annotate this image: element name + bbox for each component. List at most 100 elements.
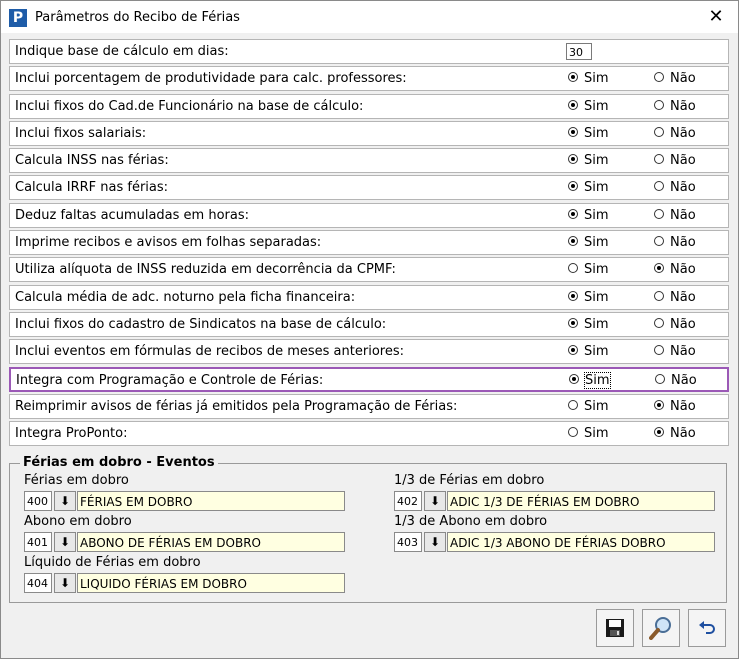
radio-label: Não	[670, 344, 696, 360]
radio-label: Não	[670, 125, 696, 141]
radio-nao[interactable]: Não	[655, 373, 697, 388]
radio-label: Não	[670, 316, 696, 332]
parameter-row: Integra ProPonto: Sim Não	[9, 421, 729, 447]
close-button[interactable]: ✕	[701, 3, 731, 31]
days-label: Indique base de cálculo em dias:	[15, 44, 229, 59]
radio-nao[interactable]: Não	[654, 426, 696, 441]
lookup-arrow-icon[interactable]: ⬇	[424, 532, 446, 552]
radio-nao[interactable]: Não	[654, 317, 696, 332]
radio-nao[interactable]: Não	[654, 399, 696, 414]
window-title: Parâmetros do Recibo de Férias	[35, 10, 240, 25]
event-code-input[interactable]: 401	[24, 532, 52, 552]
radio-nao[interactable]: Não	[654, 235, 696, 250]
magnifier-icon	[649, 617, 671, 640]
dialog-window: P Parâmetros do Recibo de Férias ✕ Indiq…	[0, 0, 739, 659]
radio-nao[interactable]: Não	[654, 99, 696, 114]
event-code-input[interactable]: 402	[394, 491, 422, 511]
radio-label: Não	[670, 426, 696, 442]
radio-sim[interactable]: Sim	[568, 262, 609, 277]
radio-nao[interactable]: Não	[654, 290, 696, 305]
radio-sim[interactable]: Sim	[568, 235, 609, 250]
field-terco-ferias-dobro: 1/3 de Férias em dobro 402 ⬇ ADIC 1/3 DE…	[394, 473, 724, 513]
parameter-row: Reimprimir avisos de férias já emitidos …	[9, 393, 729, 419]
field-label: Férias em dobro	[24, 473, 129, 488]
parameter-label: Integra com Programação e Controle de Fé…	[16, 372, 324, 388]
event-description: ADIC 1/3 DE FÉRIAS EM DOBRO	[447, 491, 715, 511]
radio-sim[interactable]: Sim	[568, 208, 609, 223]
radio-nao[interactable]: Não	[654, 262, 696, 277]
parameter-row: Calcula IRRF nas férias: Sim Não	[9, 175, 729, 201]
radio-nao[interactable]: Não	[654, 126, 696, 141]
radio-nao[interactable]: Não	[654, 153, 696, 168]
event-code-input[interactable]: 404	[24, 573, 52, 593]
event-code-input[interactable]: 400	[24, 491, 52, 511]
events-group-title: Férias em dobro - Eventos	[20, 455, 218, 470]
radio-label: Não	[670, 398, 696, 414]
field-label: Abono em dobro	[24, 514, 132, 529]
lookup-arrow-icon[interactable]: ⬇	[424, 491, 446, 511]
radio-circle-icon	[568, 181, 578, 192]
radio-nao[interactable]: Não	[654, 180, 696, 195]
radio-circle-icon	[568, 345, 578, 356]
radio-label: Não	[670, 207, 696, 223]
radio-circle-icon	[654, 208, 664, 219]
radio-sim[interactable]: Sim	[568, 317, 609, 332]
radio-label: Sim	[584, 371, 611, 389]
lookup-arrow-icon[interactable]: ⬇	[54, 573, 76, 593]
radio-label: Sim	[584, 262, 609, 278]
undo-button[interactable]	[688, 609, 726, 647]
parameter-label: Calcula média de adc. noturno pela ficha…	[15, 289, 356, 305]
save-button[interactable]	[596, 609, 634, 647]
parameter-row: Inclui eventos em fórmulas de recibos de…	[9, 339, 729, 365]
parameter-label: Inclui fixos do cadastro de Sindicatos n…	[15, 316, 387, 332]
search-button[interactable]	[642, 609, 680, 647]
parameter-label: Reimprimir avisos de férias já emitidos …	[15, 398, 458, 414]
parameter-label: Calcula INSS nas férias:	[15, 153, 169, 169]
lookup-arrow-icon[interactable]: ⬇	[54, 532, 76, 552]
field-label: 1/3 de Abono em dobro	[394, 514, 548, 529]
radio-circle-icon	[654, 399, 664, 410]
radio-circle-icon	[568, 154, 578, 165]
radio-sim[interactable]: Sim	[568, 71, 609, 86]
days-input[interactable]: 30	[566, 43, 592, 60]
app-logo-icon: P	[9, 9, 27, 27]
radio-circle-icon	[654, 427, 664, 438]
undo-icon	[699, 621, 715, 634]
radio-sim[interactable]: Sim	[568, 290, 609, 305]
radio-label: Sim	[584, 316, 609, 332]
radio-nao[interactable]: Não	[654, 71, 696, 86]
radio-label: Não	[670, 289, 696, 305]
radio-circle-icon	[654, 290, 664, 301]
radio-sim[interactable]: Sim	[568, 126, 609, 141]
radio-circle-icon	[568, 290, 578, 301]
radio-sim[interactable]: Sim	[568, 180, 609, 195]
radio-sim[interactable]: Sim	[568, 99, 609, 114]
radio-circle-icon	[568, 236, 578, 247]
radio-circle-icon	[568, 126, 578, 137]
event-description: ADIC 1/3 ABONO DE FÉRIAS DOBRO	[447, 532, 715, 552]
radio-sim[interactable]: Sim	[568, 426, 609, 441]
parameter-label: Deduz faltas acumuladas em horas:	[15, 207, 249, 223]
row-days: Indique base de cálculo em dias: 30	[9, 39, 729, 64]
lookup-arrow-icon[interactable]: ⬇	[54, 491, 76, 511]
radio-label: Não	[671, 372, 697, 388]
radio-circle-icon	[569, 373, 579, 384]
parameter-row: Integra com Programação e Controle de Fé…	[9, 366, 729, 392]
radio-sim[interactable]: Sim	[568, 399, 609, 414]
radio-circle-icon	[568, 317, 578, 328]
radio-sim[interactable]: Sim	[568, 153, 609, 168]
field-liquido-ferias-dobro: Líquido de Férias em dobro 404 ⬇ LIQUIDO…	[24, 555, 354, 595]
radio-sim[interactable]: Sim	[568, 344, 609, 359]
radio-label: Não	[670, 153, 696, 169]
radio-sim[interactable]: Sim	[569, 371, 611, 389]
radio-circle-icon	[654, 263, 664, 274]
radio-circle-icon	[568, 399, 578, 410]
radio-nao[interactable]: Não	[654, 344, 696, 359]
radio-nao[interactable]: Não	[654, 208, 696, 223]
radio-label: Sim	[584, 207, 609, 223]
radio-circle-icon	[654, 99, 664, 110]
radio-circle-icon	[568, 99, 578, 110]
event-code-input[interactable]: 403	[394, 532, 422, 552]
radio-label: Não	[670, 262, 696, 278]
radio-label: Não	[670, 235, 696, 251]
